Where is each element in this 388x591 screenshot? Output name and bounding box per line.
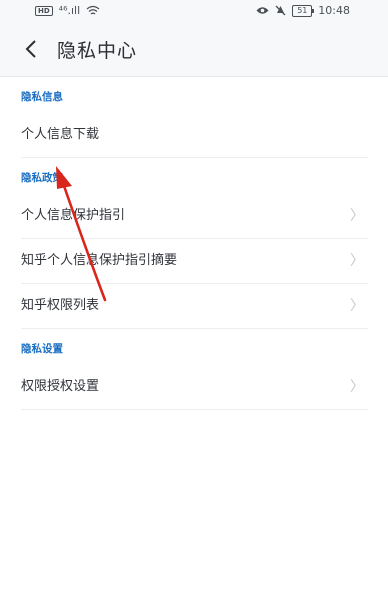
list-item-label: 知乎个人信息保护指引摘要 (21, 253, 178, 268)
chevron-right-icon: 〉 (350, 253, 364, 269)
battery-icon: 51 (292, 4, 315, 17)
chevron-right-icon: 〉 (350, 298, 364, 314)
screen: HD ⁴⁶.ıll 51 10:48 隐私中心 隐私信息 个人信息下载 隐私政策… (0, 0, 388, 591)
clock: 10:48 (318, 4, 350, 17)
status-bar: HD ⁴⁶.ıll 51 10:48 (0, 0, 388, 24)
mute-icon (275, 5, 286, 16)
chevron-right-icon: 〉 (350, 379, 364, 395)
list-item-personal-info-download[interactable]: 个人信息下载 (21, 113, 368, 158)
list-item-label: 个人信息保护指引 (21, 208, 126, 223)
section-header-privacy-info: 隐私信息 (21, 91, 63, 103)
settings-list: 隐私信息 个人信息下载 隐私政策 个人信息保护指引 〉 知乎个人信息保护指引摘要… (0, 77, 388, 591)
eye-icon (256, 7, 269, 14)
list-item-label: 权限授权设置 (21, 379, 100, 394)
section-header-privacy-settings: 隐私设置 (21, 343, 63, 355)
chevron-right-icon: 〉 (350, 208, 364, 224)
page-title: 隐私中心 (57, 40, 138, 62)
hd-icon: HD (35, 5, 53, 16)
wifi-icon (86, 5, 100, 15)
status-left: HD ⁴⁶.ıll (35, 4, 100, 17)
signal-icon: ⁴⁶.ıll (58, 4, 81, 17)
status-right: 51 10:48 (256, 4, 350, 17)
chevron-left-icon[interactable] (20, 34, 44, 64)
list-item-personal-info-protection[interactable]: 个人信息保护指引 〉 (21, 194, 368, 239)
list-item-label: 个人信息下载 (21, 127, 100, 142)
list-item-permission-settings[interactable]: 权限授权设置 〉 (21, 365, 368, 410)
header: 隐私中心 (0, 24, 388, 77)
list-item-permission-list[interactable]: 知乎权限列表 〉 (21, 284, 368, 329)
list-item-protection-summary[interactable]: 知乎个人信息保护指引摘要 〉 (21, 239, 368, 284)
section-header-privacy-policy: 隐私政策 (21, 172, 63, 184)
list-item-label: 知乎权限列表 (21, 298, 100, 313)
